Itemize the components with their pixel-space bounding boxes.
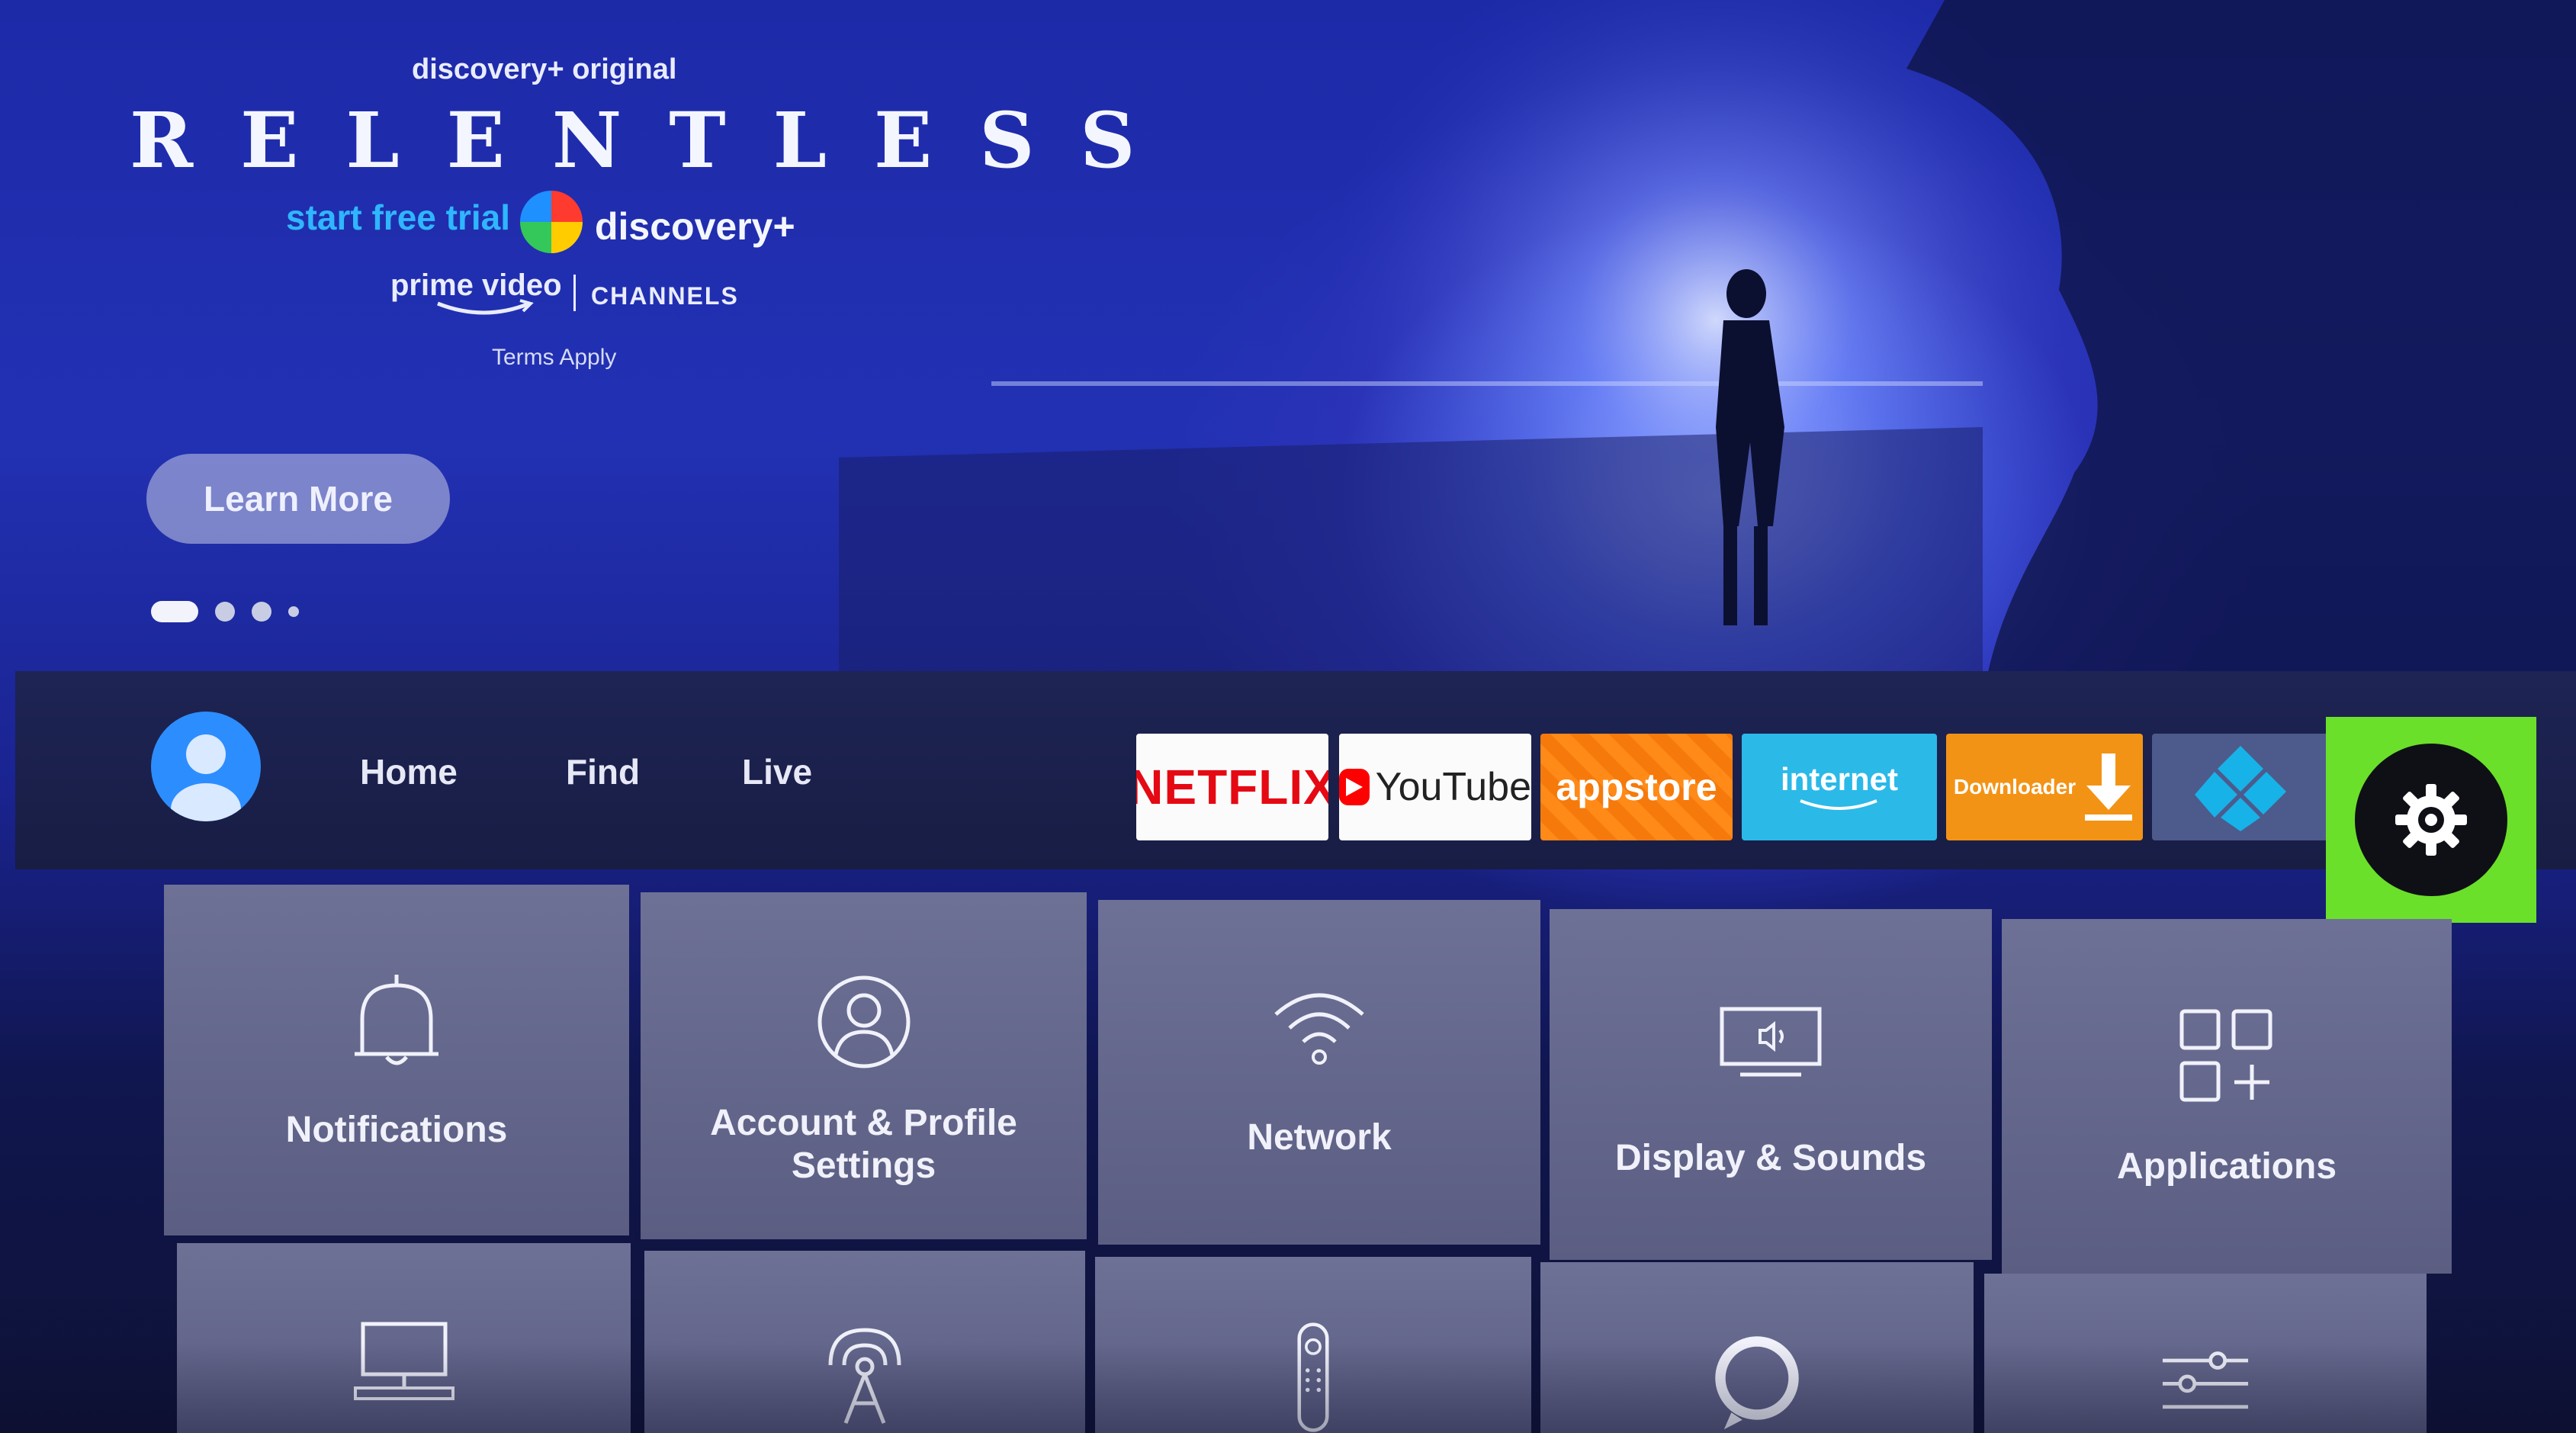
carousel-indicator bbox=[151, 601, 299, 622]
display-sound-icon bbox=[1720, 1007, 1822, 1077]
tile-label: Account & Profile Settings bbox=[710, 1103, 1017, 1186]
bottom-shade bbox=[0, 1342, 2576, 1433]
nav-find[interactable]: Find bbox=[566, 751, 640, 792]
tile-account-profile[interactable]: Account & Profile Settings bbox=[641, 892, 1087, 1239]
nav-live[interactable]: Live bbox=[742, 751, 812, 792]
trial-text: start free trial bbox=[286, 198, 511, 237]
appstore-label: appstore bbox=[1556, 766, 1717, 808]
tile-label: Network bbox=[1247, 1117, 1392, 1158]
app-kodi[interactable] bbox=[2152, 734, 2329, 840]
gear-icon bbox=[2395, 784, 2467, 856]
tile-display-sounds[interactable]: Display & Sounds bbox=[1550, 909, 1992, 1260]
profile-avatar[interactable] bbox=[151, 712, 261, 821]
netflix-label: NETFLIX bbox=[1136, 760, 1328, 814]
carousel-dot bbox=[252, 602, 271, 622]
brand-divider bbox=[573, 275, 576, 311]
brand-name: discovery+ bbox=[595, 205, 795, 248]
app-youtube[interactable]: YouTube bbox=[1339, 734, 1531, 840]
download-arrow-icon bbox=[2085, 753, 2133, 821]
app-netflix[interactable]: NETFLIX bbox=[1136, 734, 1328, 840]
tile-notifications[interactable]: Notifications bbox=[164, 885, 629, 1235]
carousel-dot bbox=[215, 602, 235, 622]
channels-label: CHANNELS bbox=[591, 282, 739, 310]
bell-icon bbox=[355, 975, 438, 1065]
prime-video-label: prime video bbox=[390, 268, 562, 302]
user-avatar-icon bbox=[171, 734, 241, 821]
app-appstore[interactable]: appstore bbox=[1540, 734, 1733, 840]
app-internet[interactable]: internet bbox=[1742, 734, 1937, 840]
tile-label: Notifications bbox=[285, 1110, 508, 1150]
show-title: RELENTLESS bbox=[130, 95, 1183, 185]
nav-home[interactable]: Home bbox=[360, 751, 458, 792]
carousel-dot-active bbox=[151, 601, 198, 622]
tile-label: Applications bbox=[2116, 1146, 2337, 1187]
tile-network[interactable]: Network bbox=[1098, 900, 1540, 1245]
discovery-plus-logo-icon bbox=[520, 191, 583, 253]
terms-text: Terms Apply bbox=[492, 345, 617, 370]
prime-smile-icon bbox=[437, 299, 534, 315]
youtube-label: YouTube bbox=[1375, 765, 1531, 809]
tile-applications[interactable]: Applications bbox=[2002, 919, 2452, 1274]
downloader-label: Downloader bbox=[1953, 775, 2077, 798]
amazon-smile-icon bbox=[1800, 799, 1877, 810]
kodi-logo-icon bbox=[2195, 746, 2286, 831]
fire-tv-screen: discovery+ original RELENTLESS start fre… bbox=[0, 0, 2576, 1433]
tile-label: Display & Sounds bbox=[1614, 1138, 1927, 1178]
learn-more-button[interactable]: Learn More bbox=[146, 454, 450, 544]
app-downloader[interactable]: Downloader bbox=[1946, 734, 2143, 840]
network-tag: discovery+ original bbox=[412, 53, 677, 85]
settings-button[interactable] bbox=[2355, 744, 2507, 896]
youtube-play-icon bbox=[1339, 769, 1370, 805]
wifi-icon bbox=[1274, 993, 1364, 1065]
internet-label: internet bbox=[1780, 761, 1898, 797]
apps-grid-icon bbox=[2179, 1009, 2272, 1102]
user-icon bbox=[817, 975, 910, 1068]
carousel-dot bbox=[288, 606, 299, 617]
